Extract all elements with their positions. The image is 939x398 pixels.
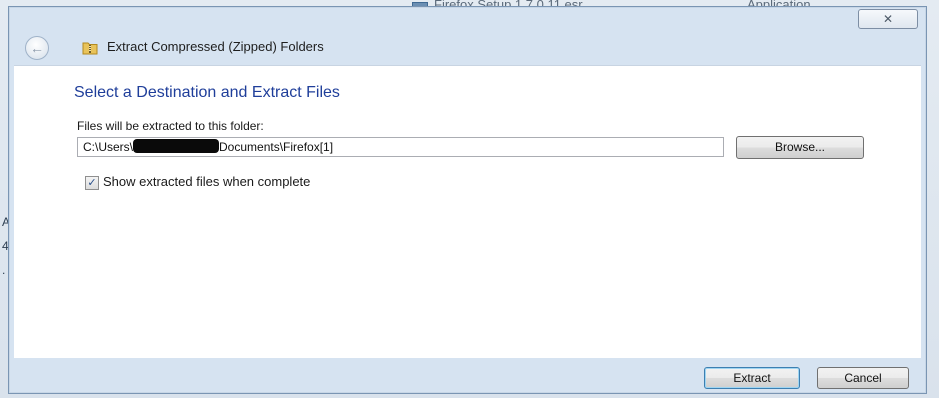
folder-label: Files will be extracted to this folder:: [77, 119, 264, 133]
redacted-username: [133, 139, 220, 153]
browse-button[interactable]: Browse...: [736, 136, 864, 159]
dialog-title: Extract Compressed (Zipped) Folders: [107, 39, 324, 54]
path-prefix: C:\Users\: [83, 140, 134, 154]
page-heading: Select a Destination and Extract Files: [74, 84, 340, 101]
destination-path-input[interactable]: C:\Users\ Documents\Firefox[1]: [77, 137, 724, 157]
show-files-checkbox[interactable]: ✓: [85, 176, 99, 190]
extract-button[interactable]: Extract: [704, 367, 800, 389]
show-files-label[interactable]: Show extracted files when complete: [103, 174, 310, 189]
cancel-button[interactable]: Cancel: [817, 367, 909, 389]
dialog-footer: Extract Cancel: [14, 359, 921, 391]
back-button[interactable]: ←: [25, 36, 49, 60]
close-icon: ✕: [882, 12, 894, 26]
extract-dialog: ✕ ← Extract Compressed (Zipped) Folders …: [8, 6, 927, 394]
dialog-header: ← Extract Compressed (Zipped) Folders: [9, 31, 926, 63]
close-button[interactable]: ✕: [858, 9, 918, 29]
zip-folder-icon: [82, 42, 98, 55]
back-arrow-icon: ←: [30, 40, 44, 56]
path-suffix: Documents\Firefox[1]: [219, 140, 334, 154]
dialog-content: Select a Destination and Extract Files F…: [14, 65, 921, 358]
checkmark-icon: ✓: [87, 177, 97, 189]
